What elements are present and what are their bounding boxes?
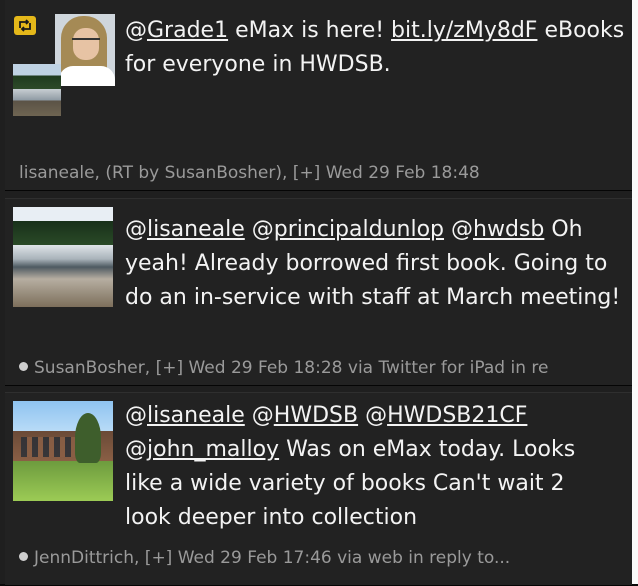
- tweet-line: look deeper into collection: [125, 501, 626, 535]
- tweet-link[interactable]: john_malloy: [147, 437, 279, 462]
- tweet-text-span: yeah! Already borrowed first book. Going…: [125, 251, 608, 276]
- tweet-text-span: @: [444, 217, 474, 242]
- tweet-text-span: do an in-service with staff at March mee…: [125, 285, 621, 310]
- tweet-text-span: @: [125, 217, 147, 242]
- tweet-text-span: @: [244, 403, 274, 428]
- tweet-text-span: Was on eMax today. Looks: [279, 437, 576, 462]
- tweet-text: @Grade1 eMax is here! bit.ly/zMy8dF eBoo…: [125, 14, 626, 82]
- tweet-text: @lisaneale @principaldunlop @hwdsb Oh yea…: [125, 213, 626, 315]
- tweet-text-span: look deeper into collection: [125, 505, 418, 530]
- tweet-meta-text: JennDittrich, [+] Wed 29 Feb 17:46 via w…: [34, 548, 511, 568]
- tweet-text-span: @: [125, 437, 147, 462]
- tweet-text-span: for everyone in HWDSB.: [125, 52, 391, 77]
- tweet-link[interactable]: Grade1: [147, 18, 228, 43]
- tweet-item[interactable]: @lisaneale @principaldunlop @hwdsb Oh yea…: [5, 198, 632, 386]
- tweet-text-span: @: [244, 217, 274, 242]
- tweet-link[interactable]: principaldunlop: [274, 217, 444, 242]
- status-dot-icon: [19, 552, 28, 561]
- tweet-meta-text: lisaneale, (RT by SusanBosher), [+] Wed …: [19, 163, 480, 183]
- tweet-text-span: like a wide variety of books Can't wait …: [125, 471, 565, 496]
- retweeter-avatar[interactable]: [13, 64, 61, 116]
- tweet-item[interactable]: @Grade1 eMax is here! bit.ly/zMy8dF eBoo…: [5, 0, 632, 191]
- tweet-line: @Grade1 eMax is here! bit.ly/zMy8dF eBoo…: [125, 14, 626, 48]
- tweet-meta[interactable]: SusanBosher, [+] Wed 29 Feb 18:28 via Tw…: [19, 357, 622, 379]
- tweet-text-span: Oh: [544, 217, 583, 242]
- avatar[interactable]: [13, 207, 113, 307]
- tweet-line: @lisaneale @HWDSB @HWDSB21CF: [125, 399, 626, 433]
- tweet-text: @lisaneale @HWDSB @HWDSB21CF @john_malloy…: [125, 399, 626, 535]
- tweet-text-span: @: [358, 403, 388, 428]
- tweet-text-span: eBooks: [537, 18, 625, 43]
- tweet-link[interactable]: HWDSB: [274, 403, 358, 428]
- tweet-link[interactable]: lisaneale: [147, 403, 245, 428]
- tweet-link[interactable]: HWDSB21CF: [387, 403, 527, 428]
- status-dot-icon: [19, 362, 28, 371]
- tweet-text-span: @: [125, 403, 147, 428]
- tweet-line: like a wide variety of books Can't wait …: [125, 467, 626, 501]
- tweet-line: yeah! Already borrowed first book. Going…: [125, 247, 626, 281]
- tweet-line: @lisaneale @principaldunlop @hwdsb Oh: [125, 213, 626, 247]
- tweet-meta-text: SusanBosher, [+] Wed 29 Feb 18:28 via Tw…: [34, 358, 549, 378]
- tweet-text-span: @: [125, 18, 147, 43]
- tweet-item[interactable]: @lisaneale @HWDSB @HWDSB21CF @john_malloy…: [5, 392, 632, 586]
- tweet-text-span: eMax is here!: [228, 18, 392, 43]
- retweet-icon: [14, 16, 36, 35]
- tweet-meta[interactable]: lisaneale, (RT by SusanBosher), [+] Wed …: [19, 162, 622, 184]
- avatar[interactable]: [13, 401, 113, 501]
- tweet-line: for everyone in HWDSB.: [125, 48, 626, 82]
- tweet-link[interactable]: bit.ly/zMy8dF: [391, 18, 537, 43]
- timeline: @Grade1 eMax is here! bit.ly/zMy8dF eBoo…: [0, 0, 632, 586]
- tweet-link[interactable]: lisaneale: [147, 217, 245, 242]
- tweet-meta[interactable]: JennDittrich, [+] Wed 29 Feb 17:46 via w…: [19, 547, 622, 569]
- avatar[interactable]: [55, 14, 115, 86]
- scrollbar[interactable]: [632, 0, 638, 584]
- tweet-line: do an in-service with staff at March mee…: [125, 281, 626, 315]
- tweet-link[interactable]: hwdsb: [473, 217, 544, 242]
- tweet-line: @john_malloy Was on eMax today. Looks: [125, 433, 626, 467]
